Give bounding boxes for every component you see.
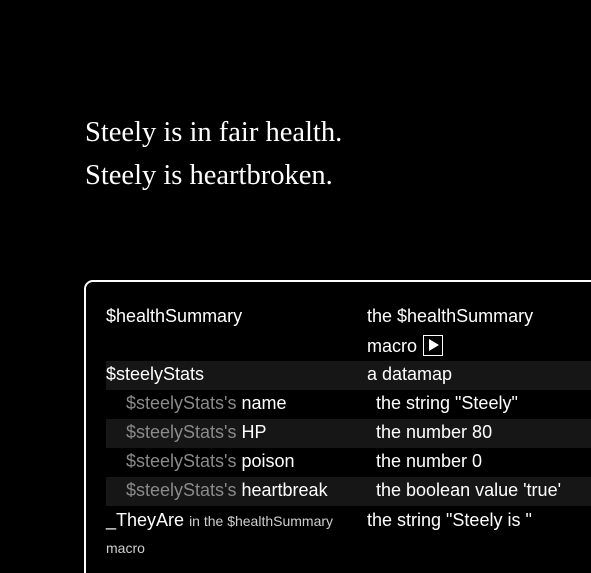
datamap-entry-row: $steelyStats's poison the number 0 xyxy=(106,448,591,477)
variable-name: _TheyAre xyxy=(106,510,185,530)
datamap-entry-name: $steelyStats's poison xyxy=(126,451,295,472)
play-icon[interactable] xyxy=(423,335,444,356)
story-passage: Steely is in fair health. Steely is hear… xyxy=(85,111,342,197)
datamap-entry-value: the string "Steely" xyxy=(376,393,518,413)
entry-owner: $steelyStats's xyxy=(126,422,237,442)
datamap-entry-value: the number 80 xyxy=(376,422,493,442)
variable-value-macro: macro xyxy=(367,335,444,357)
datamap-entry-row: $steelyStats's HP the number 80 xyxy=(106,419,591,448)
variable-value: a datamap xyxy=(367,364,453,384)
temp-variable-name-group: _TheyAre in the $healthSummary xyxy=(106,510,333,531)
entry-owner: $steelyStats's xyxy=(126,393,237,413)
variable-value: the $healthSummary xyxy=(367,306,534,326)
variable-scope-line2: macro xyxy=(106,540,145,556)
variable-value-line2: macro xyxy=(367,336,418,356)
datamap-entry-name: $steelyStats's heartbreak xyxy=(126,480,328,501)
variable-row-they-are: _TheyAre in the $healthSummary macro the… xyxy=(106,506,591,556)
datamap-entry-row: $steelyStats's heartbreak the boolean va… xyxy=(106,477,591,506)
entry-key: heartbreak xyxy=(241,480,328,500)
datamap-entry-row: $steelyStats's name the string "Steely" xyxy=(106,390,591,419)
entry-key: poison xyxy=(241,451,295,471)
variable-name: $healthSummary xyxy=(106,306,243,326)
variables-table: $healthSummary the $healthSummary macro … xyxy=(106,303,591,556)
datamap-entry-name: $steelyStats's name xyxy=(126,393,287,414)
story-line: Steely is heartbroken. xyxy=(85,160,333,191)
datamap-entry-value: the number 0 xyxy=(376,451,483,471)
entry-key: HP xyxy=(241,422,267,442)
story-line: Steely is in fair health. xyxy=(85,117,343,148)
entry-owner: $steelyStats's xyxy=(126,451,237,471)
variable-row-health-summary: $healthSummary the $healthSummary macro xyxy=(106,303,591,361)
variable-scope: in the $healthSummary xyxy=(189,513,334,529)
entry-key: name xyxy=(241,393,287,413)
entry-owner: $steelyStats's xyxy=(126,480,237,500)
datamap-entry-name: $steelyStats's HP xyxy=(126,422,267,443)
datamap-entry-value: the boolean value 'true' xyxy=(376,480,562,500)
variable-value: the string "Steely is " xyxy=(367,510,532,530)
variable-name: $steelyStats xyxy=(106,364,205,384)
variables-debug-panel: $healthSummary the $healthSummary macro … xyxy=(84,280,591,573)
variable-row-steely-stats: $steelyStats a datamap xyxy=(106,361,591,390)
